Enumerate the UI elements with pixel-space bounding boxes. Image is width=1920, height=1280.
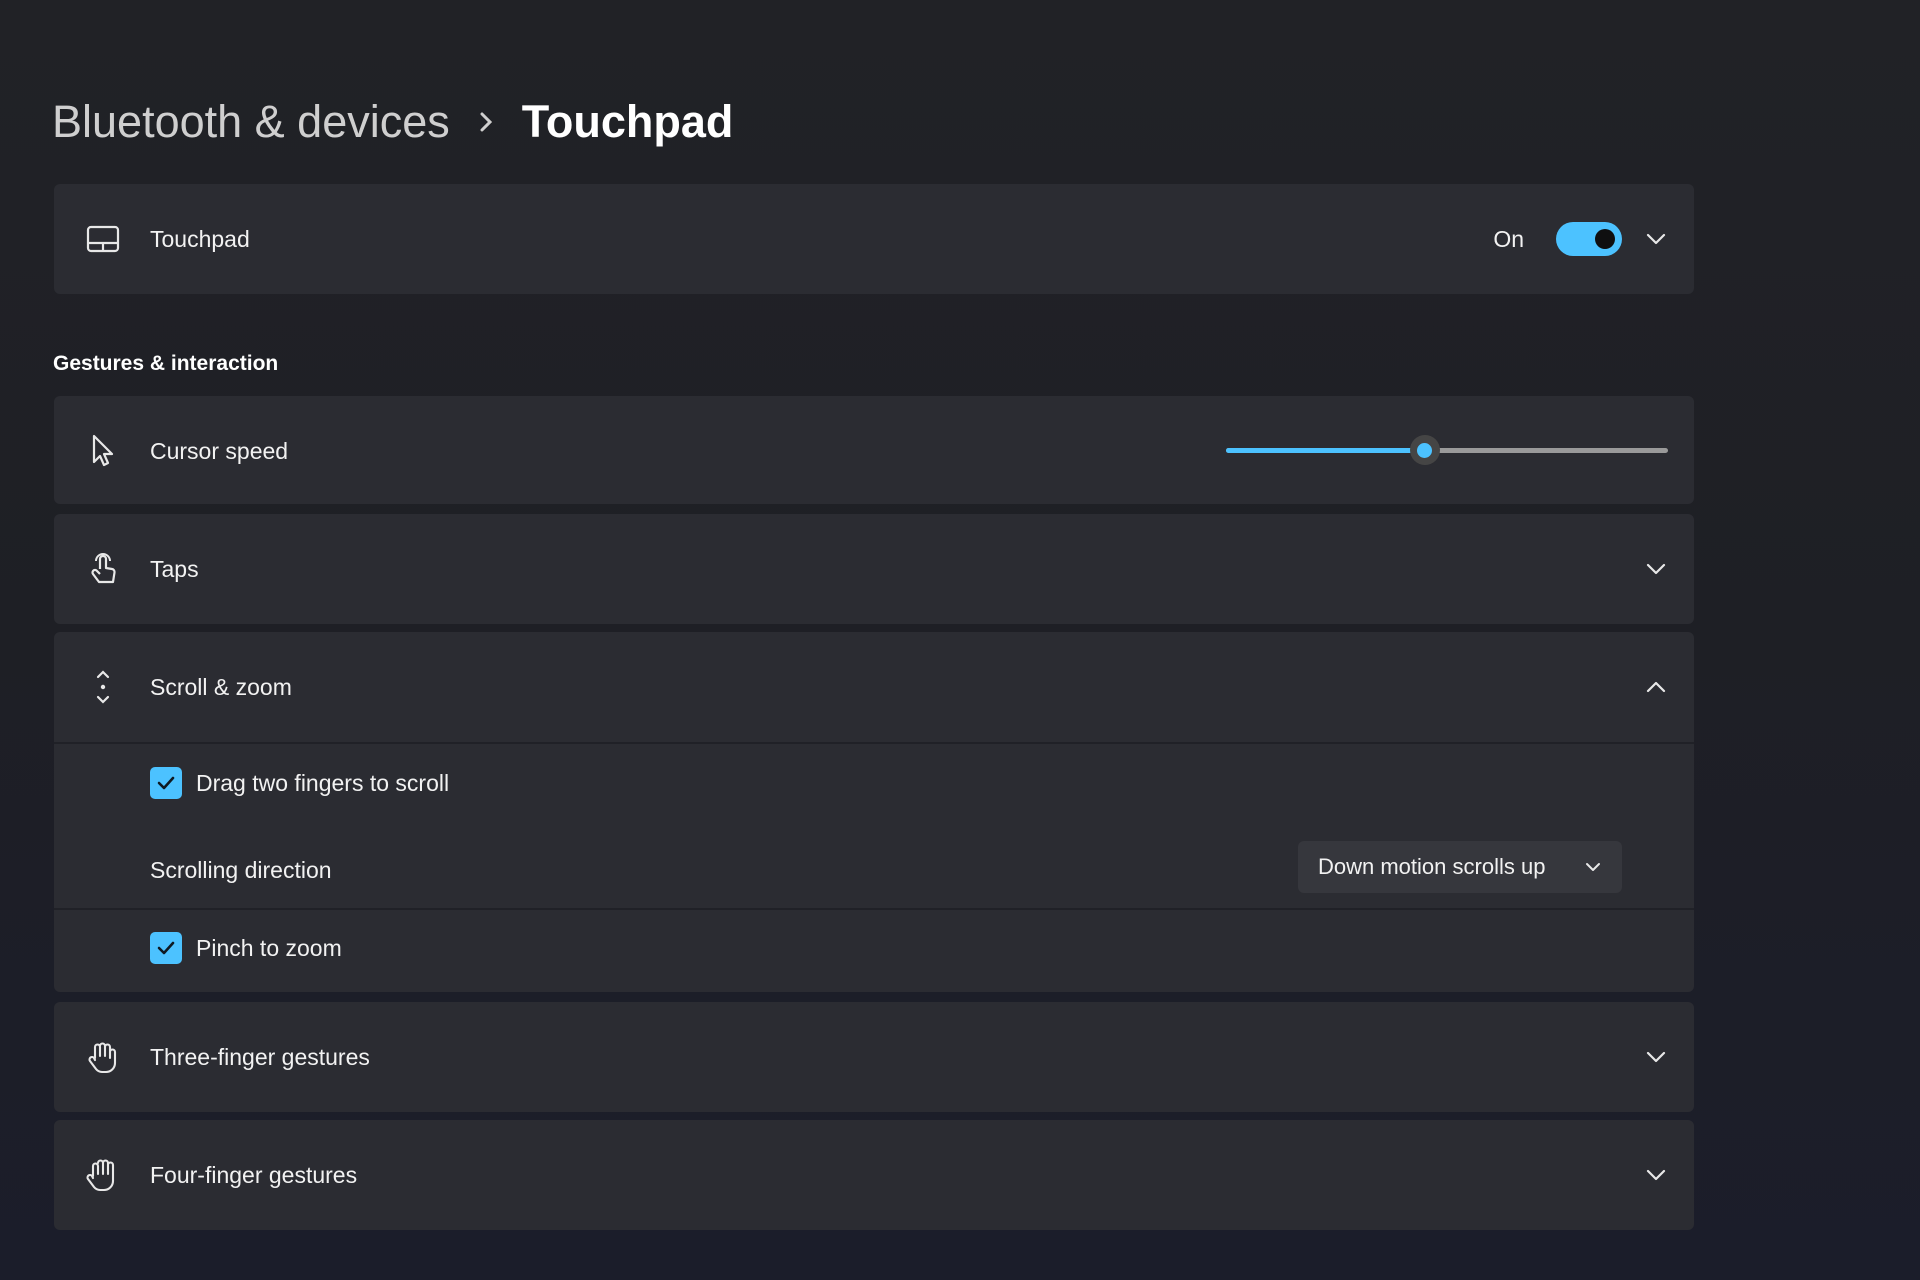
scroll-zoom-header[interactable]: Scroll & zoom [54,632,1694,742]
touchpad-icon [78,214,128,264]
chevron-down-icon [1582,856,1604,878]
breadcrumb-separator-icon [450,108,522,136]
drag-two-fingers-checkbox[interactable] [150,767,182,799]
three-finger-gestures-card[interactable]: Three-finger gestures [54,1002,1694,1112]
scrolling-direction-dropdown[interactable]: Down motion scrolls up [1298,841,1622,893]
taps-card[interactable]: Taps [54,514,1694,624]
touchpad-toggle[interactable] [1556,222,1622,256]
slider-thumb[interactable] [1409,435,1440,465]
scroll-zoom-label: Scroll & zoom [150,674,292,700]
chevron-down-icon[interactable] [1638,221,1674,257]
dropdown-selected-value: Down motion scrolls up [1318,854,1546,879]
chevron-down-icon[interactable] [1638,1039,1674,1075]
breadcrumb: Bluetooth & devices Touchpad [52,92,733,152]
cursor-icon [78,426,128,476]
touchpad-card[interactable]: Touchpad On [54,184,1694,294]
three-finger-hand-icon [78,1032,128,1082]
slider-fill [1226,448,1425,453]
tap-icon [78,544,128,594]
touchpad-label: Touchpad [150,226,250,252]
taps-label: Taps [150,556,199,582]
chevron-up-icon[interactable] [1638,669,1674,705]
four-finger-hand-icon [78,1150,128,1200]
cursor-speed-label: Cursor speed [150,438,289,464]
cursor-speed-slider[interactable] [1226,430,1668,470]
page-title: Touchpad [521,96,734,147]
section-heading: Gestures & interaction [53,352,279,375]
four-finger-gestures-card[interactable]: Four-finger gestures [54,1120,1694,1230]
scrolling-direction-label: Scrolling direction [150,857,332,883]
scroll-icon [78,662,128,712]
drag-two-fingers-label[interactable]: Drag two fingers to scroll [196,770,449,797]
scroll-zoom-card: Scroll & zoom Drag two fingers to scroll… [54,632,1694,992]
breadcrumb-parent-link[interactable]: Bluetooth & devices [52,92,450,152]
three-finger-gestures-label: Three-finger gestures [150,1044,370,1070]
divider [54,908,1694,910]
divider [54,742,1694,744]
four-finger-gestures-label: Four-finger gestures [150,1162,358,1188]
chevron-down-icon[interactable] [1638,1157,1674,1193]
toggle-knob [1595,229,1615,249]
toggle-state-label: On [1493,226,1524,252]
chevron-down-icon[interactable] [1638,551,1674,587]
pinch-to-zoom-label[interactable]: Pinch to zoom [196,935,342,962]
pinch-to-zoom-checkbox[interactable] [150,932,182,964]
